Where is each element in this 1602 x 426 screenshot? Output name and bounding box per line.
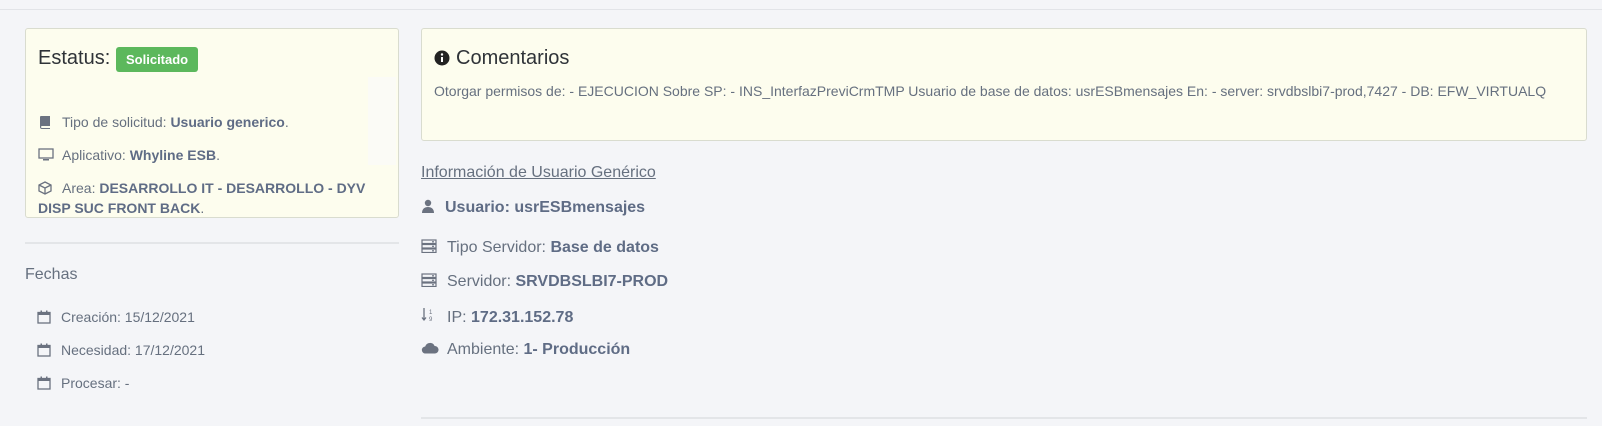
fechas-title: Fechas (25, 266, 78, 283)
status-badge: Solicitado (116, 47, 199, 72)
ambiente-row: Ambiente: 1- Producción (421, 341, 630, 359)
calendar-icon (37, 343, 51, 357)
comments-panel: Comentarios Otorgar permisos de: - EJECU… (421, 28, 1587, 141)
procesar-text: Procesar: - (61, 375, 130, 391)
creacion-text: Creación: 15/12/2021 (61, 309, 195, 325)
book-icon (38, 114, 54, 129)
usuario-row: Usuario: usrESBmensajes (421, 199, 645, 217)
status-title: Estatus: (38, 47, 111, 69)
comments-heading: Comentarios (434, 47, 569, 70)
info-icon (434, 49, 450, 66)
svg-text:1: 1 (429, 310, 433, 316)
ip-row: 19 IP: 172.31.152.78 (421, 307, 573, 327)
top-divider (0, 9, 1602, 10)
cube-icon (38, 180, 54, 195)
tipo-solicitud-value: Usuario generico (170, 114, 285, 130)
tipo-solicitud-row: Tipo de solicitud: Usuario generico. (38, 112, 378, 132)
creacion-row: Creación: 15/12/2021 (37, 309, 195, 325)
area-label: Area: (62, 180, 96, 196)
svg-text:9: 9 (429, 317, 433, 323)
ambiente-value: 1- Producción (523, 341, 631, 358)
monitor-icon (38, 147, 54, 161)
tipo-servidor-label: Tipo Servidor: (447, 239, 546, 256)
procesar-row: Procesar: - (37, 375, 129, 391)
tipo-servidor-row: Tipo Servidor: Base de datos (421, 239, 659, 257)
servidor-value: SRVDBSLBI7-PROD (515, 273, 669, 290)
necesidad-row: Necesidad: 17/12/2021 (37, 342, 205, 358)
sort-numeric-icon: 19 (421, 307, 437, 323)
left-divider (25, 242, 399, 244)
user-icon (421, 199, 435, 213)
ip-label: IP: (447, 309, 467, 326)
status-panel: Estatus: Solicitado Tipo de solicitud: U… (25, 28, 399, 218)
calendar-icon (37, 376, 51, 390)
usuario-text: Usuario: usrESBmensajes (445, 199, 646, 216)
aplicativo-label: Aplicativo: (62, 147, 126, 163)
bottom-divider (421, 417, 1587, 419)
area-row: Area: DESARROLLO IT - DESARROLLO - DYV D… (38, 180, 366, 216)
server-icon (421, 239, 437, 254)
tipo-solicitud-label: Tipo de solicitud: (62, 114, 167, 130)
tipo-servidor-value: Base de datos (550, 239, 659, 256)
servidor-row: Servidor: SRVDBSLBI7-PROD (421, 273, 668, 291)
server-icon (421, 273, 437, 288)
info-usuario-link[interactable]: Información de Usuario Genérico (421, 164, 656, 182)
aplicativo-row: Aplicativo: Whyline ESB. (38, 145, 378, 165)
comments-text: Otorgar permisos de: - EJECUCION Sobre S… (434, 83, 1547, 99)
calendar-icon (37, 310, 51, 324)
ambiente-label: Ambiente: (447, 341, 520, 358)
servidor-label: Servidor: (447, 273, 512, 290)
necesidad-text: Necesidad: 17/12/2021 (61, 342, 205, 358)
comments-title: Comentarios (456, 47, 570, 69)
ip-value: 172.31.152.78 (471, 309, 574, 326)
aplicativo-value: Whyline ESB (129, 147, 217, 163)
cloud-icon (421, 341, 439, 355)
